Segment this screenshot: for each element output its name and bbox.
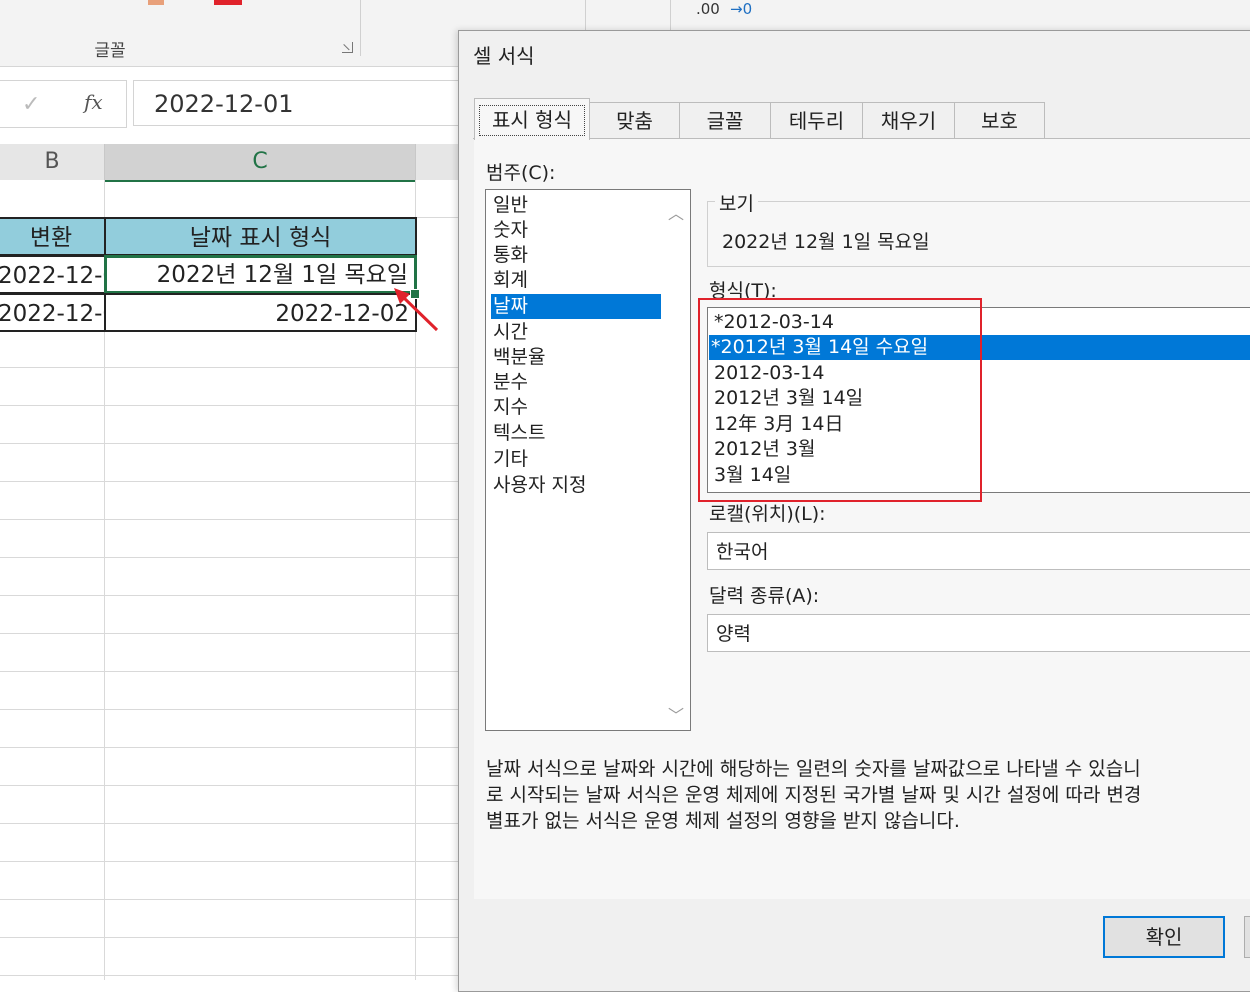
category-scrollbar[interactable] — [661, 190, 690, 730]
scroll-down-icon[interactable]: ﹀ — [668, 702, 684, 726]
insert-function-icon[interactable]: fx — [84, 90, 103, 114]
grid-line — [0, 443, 470, 444]
format-description: 날짜 서식으로 날짜와 시간에 해당하는 일련의 숫자를 날짜값으로 나타낼 수… — [486, 756, 1250, 834]
locale-select[interactable]: 한국어 — [707, 532, 1250, 570]
data-cell-b1[interactable]: 2022-12-01 — [0, 255, 106, 294]
list-item[interactable]: 백분율 — [491, 345, 661, 370]
tab-fill[interactable]: 채우기 — [862, 102, 955, 138]
data-cell-b2[interactable]: 2022-12-02 — [0, 293, 106, 332]
grid-line — [0, 557, 470, 558]
column-header-c[interactable]: C — [105, 144, 416, 182]
grid-line — [0, 405, 470, 406]
arrow-annotation-icon — [394, 288, 439, 332]
description-line: 별표가 없는 서식은 운영 체제 설정의 영향을 받지 않습니다. — [486, 810, 960, 832]
header-cell-c[interactable]: 날짜 표시 형식 — [104, 217, 417, 256]
list-item-selected[interactable]: 날짜 — [491, 294, 661, 319]
list-item[interactable]: 회계 — [491, 268, 661, 293]
list-item[interactable]: 일반 — [491, 193, 661, 218]
formula-input[interactable]: 2022-12-01 — [133, 80, 473, 126]
grid-line — [0, 899, 470, 900]
list-item[interactable]: 통화 — [491, 243, 661, 268]
font-color-swatch — [148, 0, 164, 5]
grid-line — [0, 975, 470, 976]
scroll-up-icon[interactable]: ︿ — [668, 200, 684, 224]
grid-line — [0, 671, 470, 672]
list-item[interactable]: 지수 — [491, 395, 661, 420]
check-icon[interactable]: ✓ — [22, 92, 40, 117]
description-line: 로 시작되는 날짜 서식은 운영 체제에 지정된 국가별 날짜 및 시간 설정에… — [486, 784, 1142, 806]
preview-value: 2022년 12월 1일 목요일 — [722, 231, 930, 253]
locale-label: 로캘(위치)(L): — [709, 503, 826, 525]
data-cell-c2[interactable]: 2022-12-02 — [104, 293, 417, 332]
fill-color-swatch — [214, 0, 242, 5]
grid-line — [0, 367, 470, 368]
decrease-decimal-label[interactable]: .00 — [696, 0, 720, 18]
cancel-button[interactable] — [1244, 916, 1250, 958]
grid-line — [0, 633, 470, 634]
list-item[interactable]: 사용자 지정 — [491, 473, 661, 498]
tab-border[interactable]: 테두리 — [770, 102, 863, 138]
list-item[interactable]: 숫자 — [491, 218, 661, 243]
name-box-area — [0, 80, 127, 128]
font-group-label: 글꼴 — [94, 41, 126, 61]
decrease-decimal-arrow-icon[interactable]: →0 — [730, 0, 752, 18]
list-item[interactable]: 시간 — [491, 320, 661, 345]
grid-line — [0, 861, 470, 862]
selected-cell-c1[interactable]: 2022년 12월 1일 목요일 — [104, 255, 417, 294]
category-label: 범주(C): — [486, 162, 556, 184]
dialog-launcher-icon[interactable] — [342, 42, 353, 53]
grid-line — [0, 709, 470, 710]
grid-line — [0, 519, 470, 520]
tab-protection[interactable]: 보호 — [954, 102, 1045, 138]
tab-alignment[interactable]: 맞춤 — [589, 102, 680, 138]
grid-line — [0, 595, 470, 596]
ok-button[interactable]: 확인 — [1103, 916, 1225, 958]
highlight-box — [698, 298, 982, 502]
dialog-title: 셀 서식 — [473, 44, 535, 68]
grid-line — [0, 747, 470, 748]
grid-line — [0, 785, 470, 786]
ribbon-separator — [360, 0, 361, 56]
tab-number-format[interactable]: 표시 형식 — [474, 98, 590, 140]
calendar-label: 달력 종류(A): — [709, 585, 820, 607]
list-item[interactable]: 분수 — [491, 370, 661, 395]
grid-line — [0, 481, 470, 482]
tab-font[interactable]: 글꼴 — [679, 102, 771, 138]
list-item[interactable]: 기타 — [491, 447, 661, 472]
column-header-b[interactable]: B — [0, 144, 105, 180]
tab-label: 표시 형식 — [479, 105, 585, 136]
description-line: 날짜 서식으로 날짜와 시간에 해당하는 일련의 숫자를 날짜값으로 나타낼 수… — [486, 758, 1141, 780]
grid-line — [0, 937, 470, 938]
preview-label: 보기 — [715, 189, 758, 216]
list-item[interactable]: 텍스트 — [491, 421, 661, 446]
grid-line — [0, 823, 470, 824]
calendar-select[interactable]: 양력 — [707, 614, 1250, 652]
header-cell-b[interactable]: 변환 — [0, 217, 106, 256]
